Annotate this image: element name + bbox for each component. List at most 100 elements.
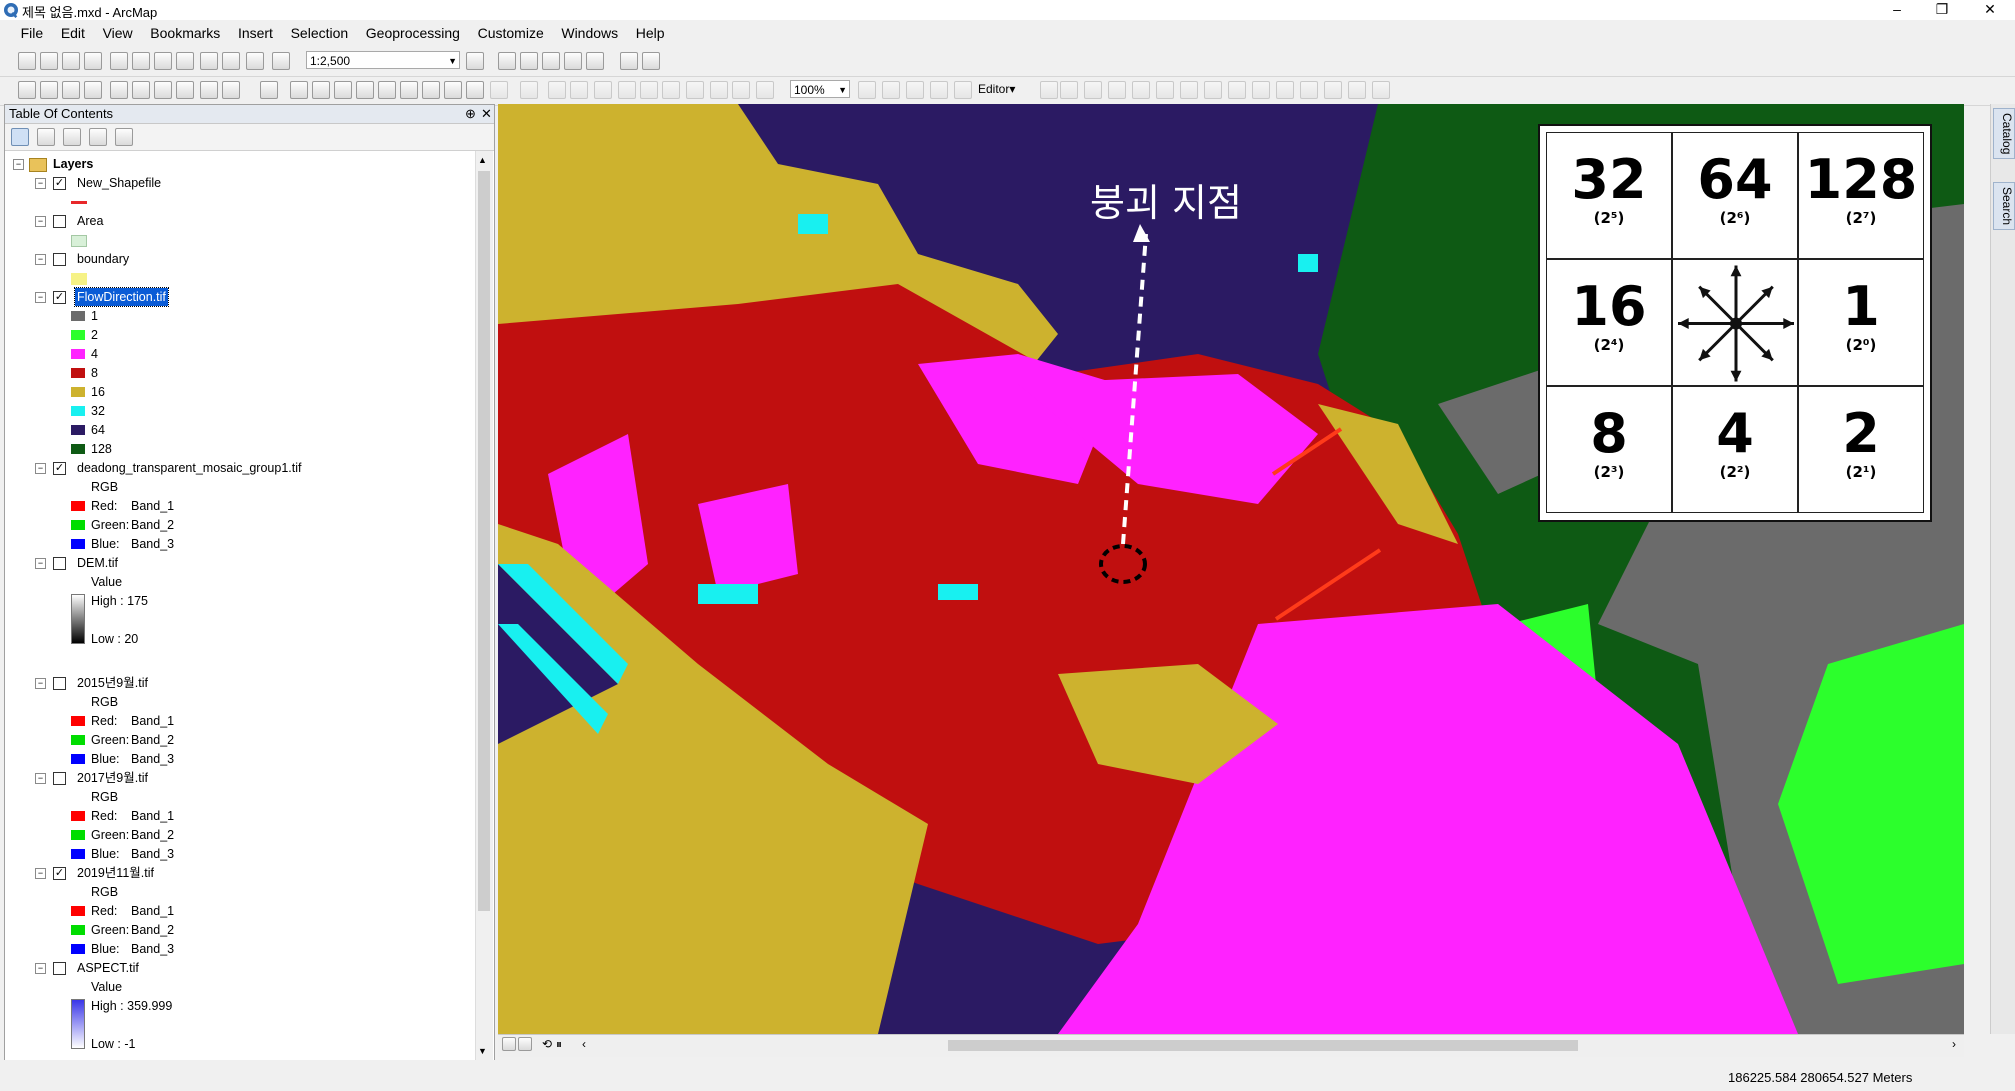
editor-tool-14-icon[interactable] (1228, 81, 1246, 99)
tools-tool-30-icon[interactable] (710, 81, 728, 99)
scale-combo[interactable]: 1:2,500 ▼ (306, 51, 460, 69)
scroll-thumb[interactable] (478, 171, 490, 911)
editor-tool-11-icon[interactable] (1156, 81, 1174, 99)
standard-tool-3-icon[interactable] (62, 52, 80, 70)
layer-visibility-checkbox[interactable]: ✓ (53, 291, 66, 304)
tools-tool-19-icon[interactable] (444, 81, 462, 99)
standard-tool-7-icon[interactable] (154, 52, 172, 70)
layer-name[interactable]: 2015년9월.tif (75, 674, 150, 692)
tools-tool-3-icon[interactable] (62, 81, 80, 99)
standard-tool-8-icon[interactable] (176, 52, 194, 70)
layer-visibility-checkbox[interactable] (53, 557, 66, 570)
tools-tool-25-icon[interactable] (594, 81, 612, 99)
tools-tool-12-icon[interactable] (290, 81, 308, 99)
menu-customize[interactable]: Customize (471, 22, 551, 44)
scroll-right-icon[interactable]: › (1952, 1037, 1956, 1051)
layer-visibility-checkbox[interactable] (53, 962, 66, 975)
editor-tool-6-icon[interactable] (1040, 81, 1058, 99)
close-button[interactable]: ✕ (1970, 0, 2010, 20)
tools-tool-21-icon[interactable] (490, 81, 508, 99)
collapse-icon[interactable]: − (13, 159, 24, 170)
collapse-icon[interactable]: − (35, 558, 46, 569)
collapse-icon[interactable]: − (35, 868, 46, 879)
list-by-selection-icon[interactable] (89, 128, 107, 146)
layer-name[interactable]: Area (75, 212, 105, 230)
layer-visibility-checkbox[interactable]: ✓ (53, 462, 66, 475)
tools-tool-1-icon[interactable] (18, 81, 36, 99)
editor-tool-13-icon[interactable] (1204, 81, 1222, 99)
list-by-visibility-icon[interactable] (63, 128, 81, 146)
search-tab[interactable]: Search (1993, 182, 2015, 231)
editor-tool-8-icon[interactable] (1084, 81, 1102, 99)
standard-right-tool-2-icon[interactable] (498, 52, 516, 70)
tools-tool-10-icon[interactable] (222, 81, 240, 99)
tools-tool-29-icon[interactable] (686, 81, 704, 99)
tools-tool-2-icon[interactable] (40, 81, 58, 99)
collapse-icon[interactable]: − (35, 963, 46, 974)
tools-tool-5-icon[interactable] (110, 81, 128, 99)
pause-icon[interactable]: ⏸ (556, 1037, 562, 1052)
data-view-icon[interactable] (518, 1037, 532, 1051)
tools-tool-22-icon[interactable] (520, 81, 538, 99)
standard-tool-4-icon[interactable] (84, 52, 102, 70)
layer-name[interactable]: 2017년9월.tif (75, 769, 150, 787)
scroll-down-icon[interactable]: ▼ (478, 1046, 487, 1056)
layer-name[interactable]: New_Shapefile (75, 174, 163, 192)
options-icon[interactable] (115, 128, 133, 146)
toc-close-button[interactable]: ✕ (481, 105, 492, 123)
layer-visibility-checkbox[interactable]: ✓ (53, 867, 66, 880)
editor-tool-18-icon[interactable] (1324, 81, 1342, 99)
minimize-button[interactable]: – (1877, 0, 1917, 20)
menu-insert[interactable]: Insert (231, 22, 280, 44)
tools-tool-32-icon[interactable] (756, 81, 774, 99)
editor-tool-3-icon[interactable] (906, 81, 924, 99)
horizontal-scroll-thumb[interactable] (948, 1040, 1578, 1051)
list-by-source-icon[interactable] (37, 128, 55, 146)
pin-icon[interactable]: ⊕ (465, 105, 476, 123)
editor-tool-5-icon[interactable] (954, 81, 972, 99)
refresh-icon[interactable]: ⟲ (542, 1037, 552, 1051)
menu-file[interactable]: File (14, 22, 51, 44)
scroll-up-icon[interactable]: ▲ (478, 155, 487, 165)
editor-tool-15-icon[interactable] (1252, 81, 1270, 99)
layer-name[interactable]: 2019년11월.tif (75, 864, 156, 882)
collapse-icon[interactable]: − (35, 678, 46, 689)
tools-tool-26-icon[interactable] (618, 81, 636, 99)
editor-tool-20-icon[interactable] (1372, 81, 1390, 99)
layer-name[interactable]: FlowDirection.tif (74, 287, 169, 307)
editor-tool-12-icon[interactable] (1180, 81, 1198, 99)
layer-name[interactable]: ASPECT.tif (75, 959, 141, 977)
standard-tool-9-icon[interactable] (200, 52, 218, 70)
tools-tool-17-icon[interactable] (400, 81, 418, 99)
collapse-icon[interactable]: − (35, 254, 46, 265)
menu-bookmarks[interactable]: Bookmarks (143, 22, 227, 44)
standard-tool-5-icon[interactable] (110, 52, 128, 70)
layer-name[interactable]: deadong_transparent_mosaic_group1.tif (75, 459, 303, 477)
tools-tool-8-icon[interactable] (176, 81, 194, 99)
list-by-drawing-order-icon[interactable] (11, 128, 29, 146)
tools-tool-15-icon[interactable] (356, 81, 374, 99)
editor-menu[interactable]: Editor▾ (978, 82, 1015, 96)
tools-tool-9-icon[interactable] (200, 81, 218, 99)
collapse-icon[interactable]: − (35, 292, 46, 303)
toc-scrollbar[interactable]: ▲ ▼ (475, 151, 493, 1063)
standard-right-tool-3-icon[interactable] (520, 52, 538, 70)
standard-tool-10-icon[interactable] (222, 52, 240, 70)
collapse-icon[interactable]: − (35, 178, 46, 189)
standard-tool-11-icon[interactable] (246, 52, 264, 70)
tools-tool-11-icon[interactable] (260, 81, 278, 99)
layer-visibility-checkbox[interactable] (53, 253, 66, 266)
standard-right-tool-8-icon[interactable] (642, 52, 660, 70)
editor-tool-17-icon[interactable] (1300, 81, 1318, 99)
standard-right-tool-1-icon[interactable] (466, 52, 484, 70)
tools-tool-13-icon[interactable] (312, 81, 330, 99)
collapse-icon[interactable]: − (35, 463, 46, 474)
layer-visibility-checkbox[interactable] (53, 677, 66, 690)
editor-tool-2-icon[interactable] (882, 81, 900, 99)
editor-tool-4-icon[interactable] (930, 81, 948, 99)
menu-view[interactable]: View (96, 22, 140, 44)
tools-tool-31-icon[interactable] (732, 81, 750, 99)
layer-name[interactable]: DEM.tif (75, 554, 120, 572)
menu-help[interactable]: Help (629, 22, 672, 44)
menu-selection[interactable]: Selection (284, 22, 356, 44)
